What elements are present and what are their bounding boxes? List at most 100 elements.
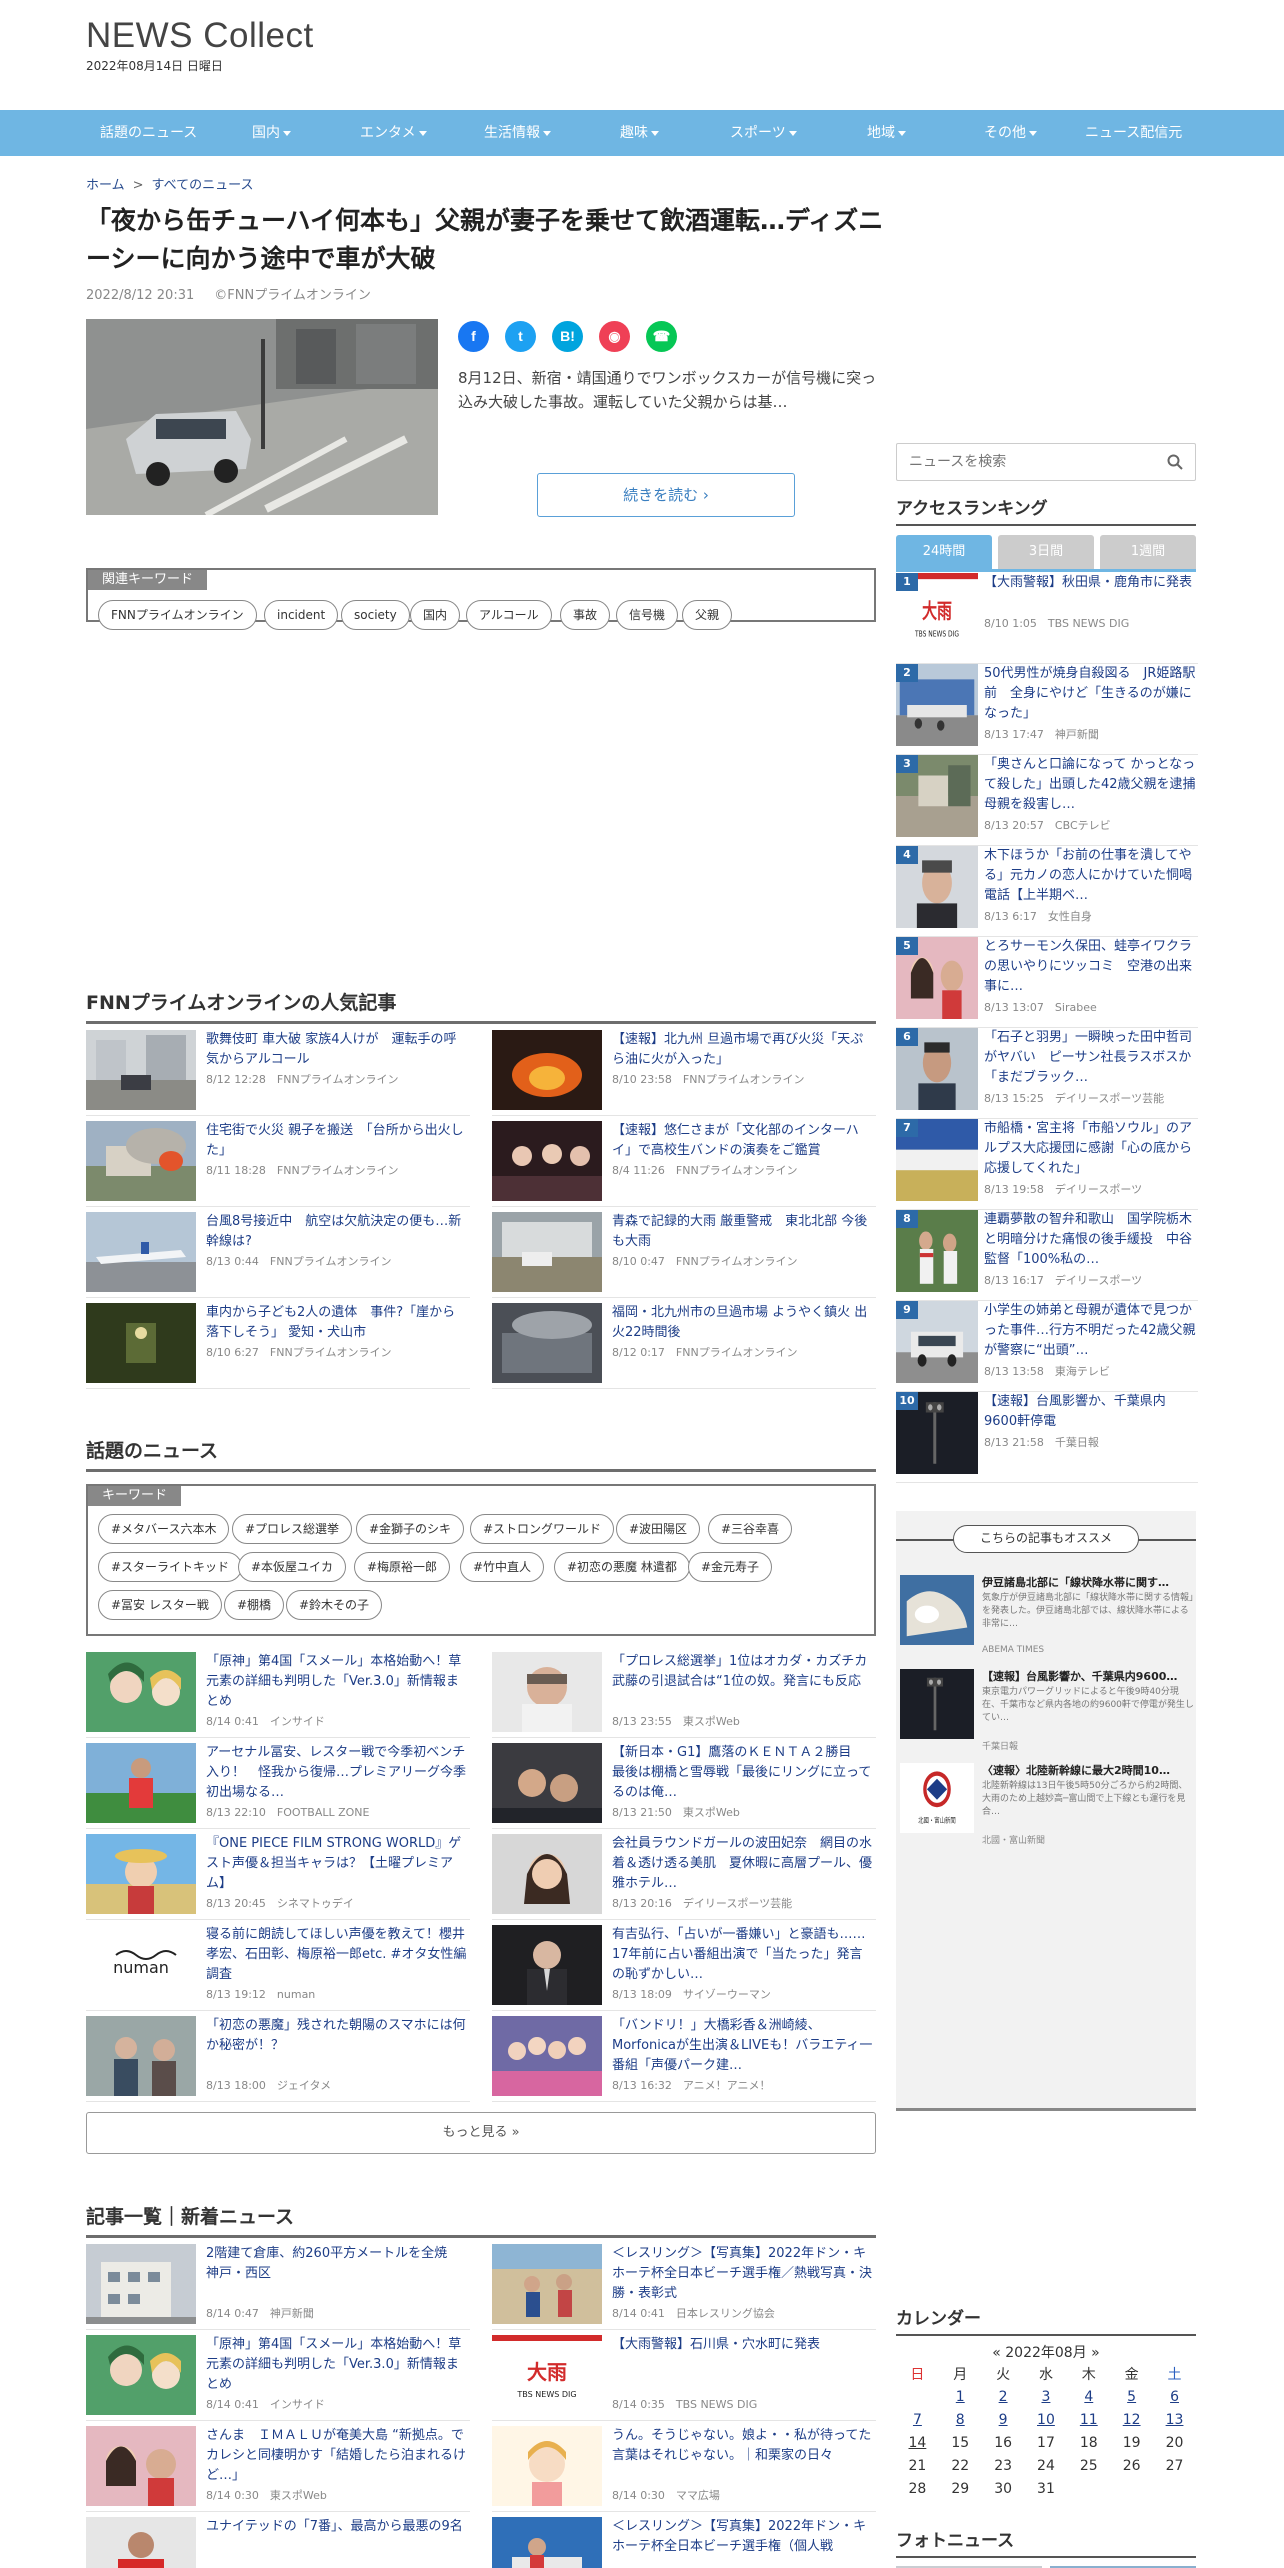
recommend-thumbnail[interactable]: 北國・富山新聞 xyxy=(900,1763,974,1833)
calendar-next[interactable]: » xyxy=(1091,2345,1100,2361)
keyword-tag[interactable]: #ストロングワールド xyxy=(470,1514,615,1544)
article-title-link[interactable]: 「プロレス総選挙」1位はオカダ・カズチカ 武藤の引退試合は“1位の奴。発言にも反… xyxy=(612,1652,874,1692)
keyword-tag[interactable]: #初恋の悪魔 林遣都 xyxy=(554,1552,690,1582)
keyword-tag[interactable]: incident xyxy=(264,600,339,630)
article-title-link[interactable]: 「原神」第4国「スメール」本格始動へ！草元素の詳細も判明した「Ver.3.0」新… xyxy=(206,2335,468,2395)
ranking-item[interactable]: 7 市船橋・宮主将「市船ソウル」のアルプス大応援団に感謝「心の底から応援してくれた… xyxy=(896,1119,1198,1210)
nav-sports[interactable]: スポーツ xyxy=(730,110,797,156)
article-title-link[interactable]: 「初恋の悪魔」残された朝陽のスマホには何か秘密が！？ xyxy=(206,2016,468,2056)
keyword-tag[interactable]: #棚橋 xyxy=(224,1590,285,1620)
article-thumbnail[interactable] xyxy=(86,2016,196,2096)
article-thumbnail[interactable] xyxy=(492,1925,602,2005)
article-card[interactable]: 台風8号接近中 航空は欠航決定の便も…新幹線は? 8/13 0:44 FNNプライ… xyxy=(86,1212,470,1298)
ranking-item[interactable]: 9 小学生の姉弟と母親が遺体で見つかった事件…行方不明だった42歳父親が警察に“出… xyxy=(896,1301,1198,1392)
article-thumbnail[interactable]: 大雨 TBS NEWS DIG xyxy=(492,2335,602,2415)
facebook-icon[interactable]: f xyxy=(458,321,489,352)
article-title-link[interactable]: アーセナル冨安、レスター戦で今季初ベンチ入り！ 怪我から復帰…プレミアリーグ今季… xyxy=(206,1743,468,1803)
read-more-button[interactable]: 続きを読む › xyxy=(537,473,795,517)
calendar-day[interactable]: 12 xyxy=(1110,2408,1153,2431)
line-icon[interactable]: ☎ xyxy=(646,321,677,352)
article-thumbnail[interactable] xyxy=(492,2517,602,2568)
ranking-item[interactable]: 大雨 TBS NEWS DIG 1 【大雨警報】秋田県・鹿角市に発表 8/10 1:05… xyxy=(896,573,1198,664)
calendar-day[interactable]: 7 xyxy=(896,2408,939,2431)
ranking-title-link[interactable]: 50代男性が焼身自殺図る JR姫路駅前 全身にやけど「生きるのが嫌になった」 xyxy=(984,664,1198,724)
ranking-item[interactable]: 2 50代男性が焼身自殺図る JR姫路駅前 全身にやけど「生きるのが嫌になった」 8… xyxy=(896,664,1198,755)
article-title-link[interactable]: 寝る前に朗読してほしい声優を教えて！櫻井孝宏、石田彰、梅原裕一郎etc. #オタ… xyxy=(206,1925,468,1985)
article-card[interactable]: うん。そうじゃない。娘よ・・私が待ってた言葉はそれじゃない。｜和栗家の日々 8/1… xyxy=(492,2426,876,2512)
tab-24h[interactable]: 24時間 xyxy=(896,535,992,569)
keyword-tag[interactable]: 国内 xyxy=(410,600,461,630)
recommend-item[interactable]: 伊豆諸島北部に「線状降水帯に関す… 気象庁が伊豆諸島北部に「線状降水帯に関する情報… xyxy=(900,1575,1194,1669)
article-card[interactable]: 【新日本・G1】鷹落のＫＥＮＴＡ２勝目 最後は棚橋と雪辱戦「最後にリングに立って… xyxy=(492,1743,876,1829)
article-thumbnail[interactable] xyxy=(492,1652,602,1732)
article-thumbnail[interactable] xyxy=(86,1834,196,1914)
keyword-tag[interactable]: #メタバース六本木 xyxy=(98,1514,230,1544)
hatena-icon[interactable]: B! xyxy=(552,321,583,352)
calendar-day[interactable]: 9 xyxy=(982,2408,1025,2431)
article-title-link[interactable]: 歌舞伎町 車大破 家族4人けが 運転手の呼気からアルコール xyxy=(206,1030,468,1070)
keyword-tag[interactable]: #鈴木その子 xyxy=(286,1590,383,1620)
calendar-day[interactable]: 10 xyxy=(1025,2408,1068,2431)
article-thumbnail[interactable] xyxy=(492,2244,602,2324)
keyword-tag[interactable]: 信号機 xyxy=(616,600,679,630)
article-thumbnail[interactable] xyxy=(86,2335,196,2415)
recommend-item[interactable]: 【速報】台風影響か、千葉県内9600… 東京電力パワーグリッドによると午後9時40… xyxy=(900,1669,1194,1763)
calendar-day[interactable]: 8 xyxy=(939,2408,982,2431)
article-thumbnail[interactable] xyxy=(492,1834,602,1914)
nav-other[interactable]: その他 xyxy=(984,110,1037,156)
calendar-day[interactable]: 2 xyxy=(982,2385,1025,2408)
keyword-tag[interactable]: #竹中直人 xyxy=(460,1552,545,1582)
nav-lifestyle[interactable]: 生活情報 xyxy=(484,110,551,156)
search-icon[interactable] xyxy=(1167,454,1183,470)
article-card[interactable]: 『ONE PIECE FILM STRONG WORLD』ゲスト声優＆担当キャラ… xyxy=(86,1834,470,1920)
tab-1week[interactable]: 1週間 xyxy=(1100,535,1196,569)
recommend-title-link[interactable]: 伊豆諸島北部に「線状降水帯に関す… xyxy=(982,1575,1194,1591)
site-logo[interactable]: NEWS Collect xyxy=(86,16,314,56)
article-title-link[interactable]: ユナイテッドの「7番」、最高から最悪の9名 xyxy=(206,2517,468,2537)
keyword-tag[interactable]: #冨安 レスター戦 xyxy=(98,1590,222,1620)
breadcrumb-current[interactable]: すべてのニュース xyxy=(152,178,254,193)
article-thumbnail[interactable] xyxy=(492,1212,602,1292)
article-thumbnail[interactable] xyxy=(86,2517,196,2568)
ranking-title-link[interactable]: 【速報】台風影響か、千葉県内9600軒停電 xyxy=(984,1392,1198,1432)
recommend-title-link[interactable]: 【速報】台風影響か、千葉県内9600… xyxy=(982,1669,1194,1685)
calendar-day[interactable]: 1 xyxy=(939,2385,982,2408)
article-thumbnail[interactable] xyxy=(86,1303,196,1383)
ranking-title-link[interactable]: 木下ほうか「お前の仕事を潰してやる」元カノの恋人にかけていた恫喝電話【上半期ベ… xyxy=(984,846,1198,906)
ranking-title-link[interactable]: 【大雨警報】秋田県・鹿角市に発表 xyxy=(984,573,1198,593)
article-title-link[interactable]: 会社員ラウンドガールの波田妃奈 網目の水着＆透け透る美肌 夏休暇に高層プール、優… xyxy=(612,1834,874,1894)
recommend-thumbnail[interactable] xyxy=(900,1575,974,1645)
article-title-link[interactable]: 【速報】北九州 旦過市場で再び火災「天ぷら油に火が入った」 xyxy=(612,1030,874,1070)
nav-hobby[interactable]: 趣味 xyxy=(620,110,659,156)
article-card[interactable]: 「原神」第4国「スメール」本格始動へ！草元素の詳細も判明した「Ver.3.0」新… xyxy=(86,1652,470,1738)
keyword-tag[interactable]: #スターライトキッド xyxy=(98,1552,243,1582)
pocket-icon[interactable]: ◉ xyxy=(599,321,630,352)
keyword-tag[interactable]: #本仮屋ユイカ xyxy=(238,1552,347,1582)
article-thumbnail[interactable] xyxy=(86,1652,196,1732)
article-card[interactable]: 「初恋の悪魔」残された朝陽のスマホには何か秘密が！？ 8/13 18:00 ジェイ… xyxy=(86,2016,470,2102)
calendar-day[interactable]: 5 xyxy=(1110,2385,1153,2408)
article-card[interactable]: 【速報】北九州 旦過市場で再び火災「天ぷら油に火が入った」 8/10 23:58 … xyxy=(492,1030,876,1116)
ranking-item[interactable]: 3 「奥さんと口論になって かっとなって殺した」出頭した42歳父親を逮捕 母親を殺… xyxy=(896,755,1198,846)
article-title-link[interactable]: 車内から子ども2人の遺体 事件?「崖から落下しそう」 愛知・犬山市 xyxy=(206,1303,468,1343)
article-thumbnail[interactable] xyxy=(492,2016,602,2096)
search-input[interactable] xyxy=(909,452,1149,472)
article-card[interactable]: アーセナル冨安、レスター戦で今季初ベンチ入り！ 怪我から復帰…プレミアリーグ今季… xyxy=(86,1743,470,1829)
article-card[interactable]: 【速報】悠仁さまが「文化部のインターハイ」で高校生バンドの演奏をご鑑賞 8/4 1… xyxy=(492,1121,876,1207)
keyword-tag[interactable]: #三谷幸喜 xyxy=(708,1514,793,1544)
twitter-icon[interactable]: t xyxy=(505,321,536,352)
article-card[interactable]: 有吉弘行、「占いが一番嫌い」と豪語も……17年前に占い番組出演で「当たった」発言… xyxy=(492,1925,876,2011)
nav-sources[interactable]: ニュース配信元 xyxy=(1085,110,1182,156)
article-thumbnail[interactable]: numan xyxy=(86,1925,196,2005)
calendar-day[interactable]: 11 xyxy=(1067,2408,1110,2431)
article-title-link[interactable]: 【新日本・G1】鷹落のＫＥＮＴＡ２勝目 最後は棚橋と雪辱戦「最後にリングに立って… xyxy=(612,1743,874,1803)
article-card[interactable]: ユナイテッドの「7番」、最高から最悪の9名8/14 0:27 Qoly xyxy=(86,2517,470,2568)
ranking-title-link[interactable]: 市船橋・宮主将「市船ソウル」のアルプス大応援団に感謝「心の底から応援してくれた」 xyxy=(984,1119,1198,1179)
article-card[interactable]: 「原神」第4国「スメール」本格始動へ！草元素の詳細も判明した「Ver.3.0」新… xyxy=(86,2335,470,2421)
ranking-item[interactable]: 10 【速報】台風影響か、千葉県内9600軒停電 8/13 21:58 千葉日報 xyxy=(896,1392,1198,1483)
breadcrumb-home[interactable]: ホーム xyxy=(86,178,125,193)
article-thumbnail[interactable] xyxy=(86,2426,196,2506)
article-title-link[interactable]: 2階建て倉庫、約260平方メートルを全焼 神戸・西区 xyxy=(206,2244,468,2284)
keyword-tag[interactable]: FNNプライムオンライン xyxy=(98,600,257,630)
keyword-tag[interactable]: #金元寿子 xyxy=(688,1552,773,1582)
